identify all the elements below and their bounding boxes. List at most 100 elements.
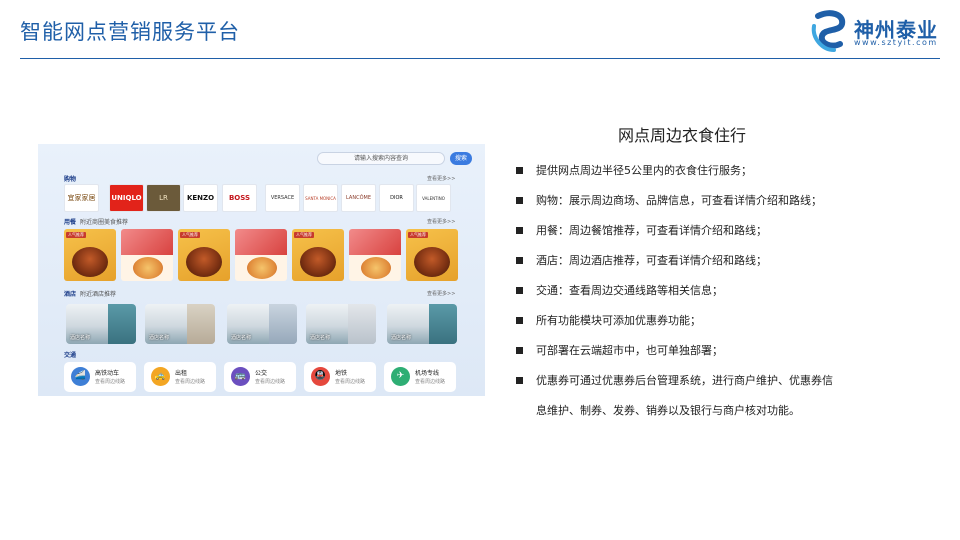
bus-icon: 🚌 (231, 367, 250, 386)
feature-bullet: 购物：展示周边商场、品牌信息，可查看详情介绍和路线； (514, 186, 934, 216)
bullet-text: 可部署在云端超市中，也可单独部署； (536, 344, 723, 357)
content-heading: 网点周边衣食住行 (618, 126, 747, 145)
brand-logo[interactable]: VERSACE (265, 184, 300, 212)
dining-card[interactable]: 人气推荐 (178, 229, 230, 281)
hotel-name: 酒店名称 (70, 335, 91, 341)
logo-url: www.sztyit.com (854, 38, 938, 47)
dish-image (72, 247, 108, 277)
bullet-text: 酒店：周边酒店推荐，可查看详情介绍和路线； (536, 254, 767, 267)
room-image (187, 304, 215, 344)
feature-bullet: 所有功能模块可添加优惠券功能； (514, 306, 934, 336)
hotel-card[interactable]: 酒店名称 (306, 304, 376, 344)
brand-logo[interactable]: LR (146, 184, 181, 212)
transport-title: 机场专线 (415, 370, 440, 377)
hotel-label: 酒店 (64, 291, 77, 298)
hotel-card[interactable]: 酒店名称 (227, 304, 297, 344)
dish-image (349, 229, 401, 255)
shopping-more-link[interactable]: 查看更多>> (427, 175, 455, 182)
bullet-text: 交通：查看周边交通线路等相关信息； (536, 284, 723, 297)
dining-subtitle: 附近商圈美食推荐 (80, 219, 129, 226)
bullet-marker (516, 197, 523, 204)
transport-card[interactable]: 🚄 高铁动车查看周边线路 (64, 362, 136, 392)
hotel-name: 酒店名称 (310, 335, 331, 341)
brand-logo[interactable]: 宜家家居 (64, 184, 99, 212)
dining-card[interactable]: 人气推荐 (64, 229, 116, 281)
transport-card[interactable]: 🚌 公交查看周边线路 (224, 362, 296, 392)
feature-list: 提供网点周边半径5公里内的衣食住行服务； 购物：展示周边商场、品牌信息，可查看详… (514, 156, 934, 426)
feature-bullet: 可部署在云端超市中，也可单独部署； (514, 336, 934, 366)
transport-subtitle: 查看周边线路 (175, 379, 206, 385)
dining-more-link[interactable]: 查看更多>> (427, 218, 455, 225)
shopping-label: 购物 (64, 176, 77, 183)
dish-image (235, 229, 287, 255)
bullet-marker (516, 377, 523, 384)
feature-bullet: 提供网点周边半径5公里内的衣食住行服务； (514, 156, 934, 186)
bullet-marker (516, 317, 523, 324)
logo-icon (811, 10, 846, 52)
bullet-text: 优惠券可通过优惠券后台管理系统，进行商户维护、优惠券信 (536, 374, 833, 387)
transport-card[interactable]: ✈ 机场专线查看周边线路 (384, 362, 456, 392)
transport-subtitle: 查看周边线路 (255, 379, 286, 385)
bullet-continuation: 息维护、制券、发券、销券以及银行与商户核对功能。 (536, 404, 800, 417)
brand-logo[interactable]: DIOR (379, 184, 414, 212)
room-image (269, 304, 297, 344)
bullet-text: 所有功能模块可添加优惠券功能； (536, 314, 701, 327)
transport-title: 高铁动车 (95, 370, 120, 377)
bullet-marker (516, 167, 523, 174)
dish-image (186, 247, 222, 277)
bullet-marker (516, 227, 523, 234)
brand-logo[interactable]: BOSS (222, 184, 257, 212)
shopping-section-label: 购物 (64, 174, 76, 183)
dish-image (361, 257, 391, 279)
bullet-marker (516, 257, 523, 264)
brand-logo[interactable]: UNIQLO (109, 184, 144, 212)
transport-section-label: 交通 (64, 350, 76, 359)
search-button[interactable]: 搜索 (450, 152, 472, 165)
food-tag: 人气推荐 (294, 232, 314, 238)
brand-logo[interactable]: LANCÔME (341, 184, 376, 212)
bullet-text: 用餐：周边餐馆推荐，可查看详情介绍和路线； (536, 224, 767, 237)
dish-image (121, 229, 173, 255)
brand-logo[interactable]: KENZO (183, 184, 218, 212)
brand-logo[interactable]: VALENTINO (416, 184, 451, 212)
bullet-marker (516, 287, 523, 294)
dining-label: 用餐 (64, 219, 77, 226)
transport-subtitle: 查看周边线路 (95, 379, 126, 385)
food-tag: 人气推荐 (66, 232, 86, 238)
train-icon: 🚄 (71, 367, 90, 386)
dining-card[interactable]: 人气推荐 (406, 229, 458, 281)
metro-icon: 🚇 (311, 367, 330, 386)
feature-bullet: 优惠券可通过优惠券后台管理系统，进行商户维护、优惠券信 (514, 366, 934, 396)
hotel-more-link[interactable]: 查看更多>> (427, 290, 455, 297)
food-tag: 人气推荐 (180, 232, 200, 238)
transport-subtitle: 查看周边线路 (415, 379, 446, 385)
transport-card[interactable]: 🚕 出租 查看周边线路 (144, 362, 216, 392)
dish-image (247, 257, 277, 279)
bullet-text: 提供网点周边半径5公里内的衣食住行服务； (536, 164, 752, 177)
airplane-icon: ✈ (391, 367, 410, 386)
dining-card[interactable] (121, 229, 173, 281)
transport-subtitle: 查看周边线路 (335, 379, 366, 385)
transport-card[interactable]: 🚇 地铁 查看周边线路 (304, 362, 376, 392)
hotel-card[interactable]: 酒店名称 (66, 304, 136, 344)
title-divider (20, 58, 940, 59)
search-input[interactable]: 请输入搜索内容查询 (317, 152, 445, 165)
dining-section-label: 用餐 附近商圈美食推荐 (64, 217, 128, 226)
transport-title: 公交 (255, 370, 268, 377)
dining-card[interactable] (349, 229, 401, 281)
hotel-subtitle: 附近酒店推荐 (80, 291, 117, 298)
room-image (348, 304, 376, 344)
app-screenshot: 请输入搜索内容查询 搜索 购物 查看更多>> 宜家家居 UNIQLO LR KE… (38, 144, 485, 396)
hotel-name: 酒店名称 (231, 335, 252, 341)
food-tag: 人气推荐 (408, 232, 428, 238)
hotel-card[interactable]: 酒店名称 (145, 304, 215, 344)
slide-title: 智能网点营销服务平台 (20, 20, 240, 44)
brand-logo[interactable]: SANTA MONICA (303, 184, 338, 212)
dish-image (414, 247, 450, 277)
room-image (429, 304, 457, 344)
dining-card[interactable]: 人气推荐 (292, 229, 344, 281)
hotel-card[interactable]: 酒店名称 (387, 304, 457, 344)
dining-card[interactable] (235, 229, 287, 281)
transport-title: 出租 (175, 370, 188, 377)
hotel-section-label: 酒店 附近酒店推荐 (64, 289, 116, 298)
